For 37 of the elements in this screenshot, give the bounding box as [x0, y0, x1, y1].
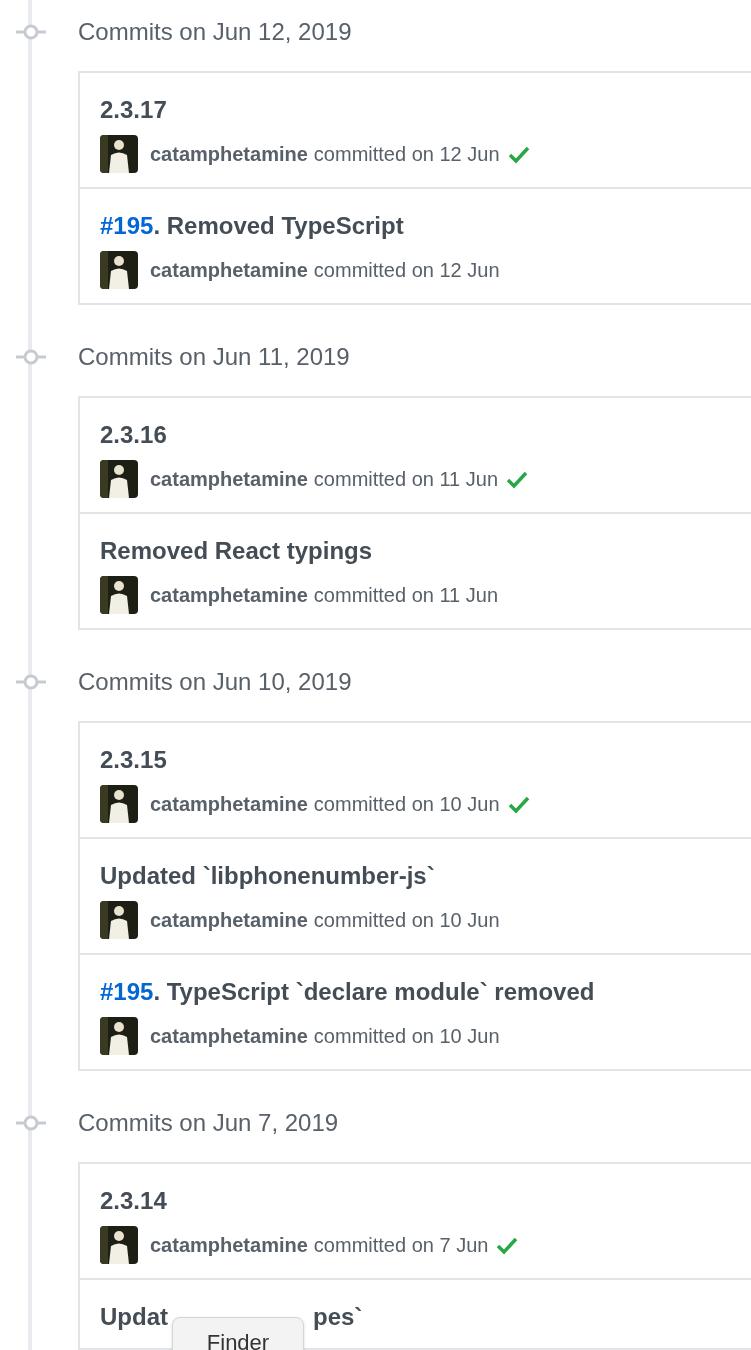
tooltip: Finder [172, 1317, 304, 1350]
commit-title[interactable]: 2.3.16 [100, 421, 167, 448]
commit-node-icon [16, 23, 46, 41]
author-link[interactable]: catamphetamine [150, 789, 308, 819]
issue-link[interactable]: #195 [100, 978, 154, 1005]
commit-date: committed on 10 Jun [313, 908, 500, 933]
commit-date: committed on 12 Jun [313, 258, 500, 283]
date-heading: Commits on Jun 10, 2019 [78, 668, 352, 695]
commit-title[interactable]: 2.3.15 [100, 746, 167, 773]
commit-title[interactable]: 2.3.14 [100, 1187, 167, 1214]
commit-title[interactable]: #195. Removed TypeScript [100, 212, 404, 239]
commit-title[interactable]: #195. TypeScript `declare module` removed [100, 978, 595, 1005]
commit-date: committed on 10 Jun [313, 792, 500, 817]
commit-date: committed on 12 Jun [313, 142, 500, 167]
commit-title[interactable]: Updated `libphonenumber-js` [100, 862, 435, 889]
commit-date: committed on 11 Jun [313, 583, 498, 608]
date-heading: Commits on Jun 12, 2019 [78, 18, 352, 45]
commit-date: committed on 7 Jun [313, 1233, 489, 1258]
commit-title[interactable]: 2.3.17 [100, 96, 167, 123]
commit-title[interactable]: Removed React typings [100, 537, 373, 564]
commit-date: committed on 10 Jun [313, 1024, 500, 1049]
commit-node-icon [16, 348, 46, 366]
commit-title[interactable]: Updat [100, 1303, 168, 1330]
commit-node-icon [16, 673, 46, 691]
date-heading: Commits on Jun 7, 2019 [78, 1109, 339, 1136]
issue-link[interactable]: #195 [100, 212, 154, 239]
author-link[interactable]: catamphetamine [150, 580, 308, 610]
commit-title[interactable]: pes` [313, 1303, 363, 1330]
author-link[interactable]: catamphetamine [150, 1021, 308, 1051]
commit-node-icon [16, 1114, 46, 1132]
author-link[interactable]: catamphetamine [150, 1230, 308, 1260]
author-link[interactable]: catamphetamine [150, 464, 308, 494]
date-heading: Commits on Jun 11, 2019 [78, 343, 350, 370]
author-link[interactable]: catamphetamine [150, 139, 308, 169]
author-link[interactable]: catamphetamine [150, 255, 308, 285]
author-link[interactable]: catamphetamine [150, 905, 308, 935]
commit-date: committed on 11 Jun [313, 467, 498, 492]
